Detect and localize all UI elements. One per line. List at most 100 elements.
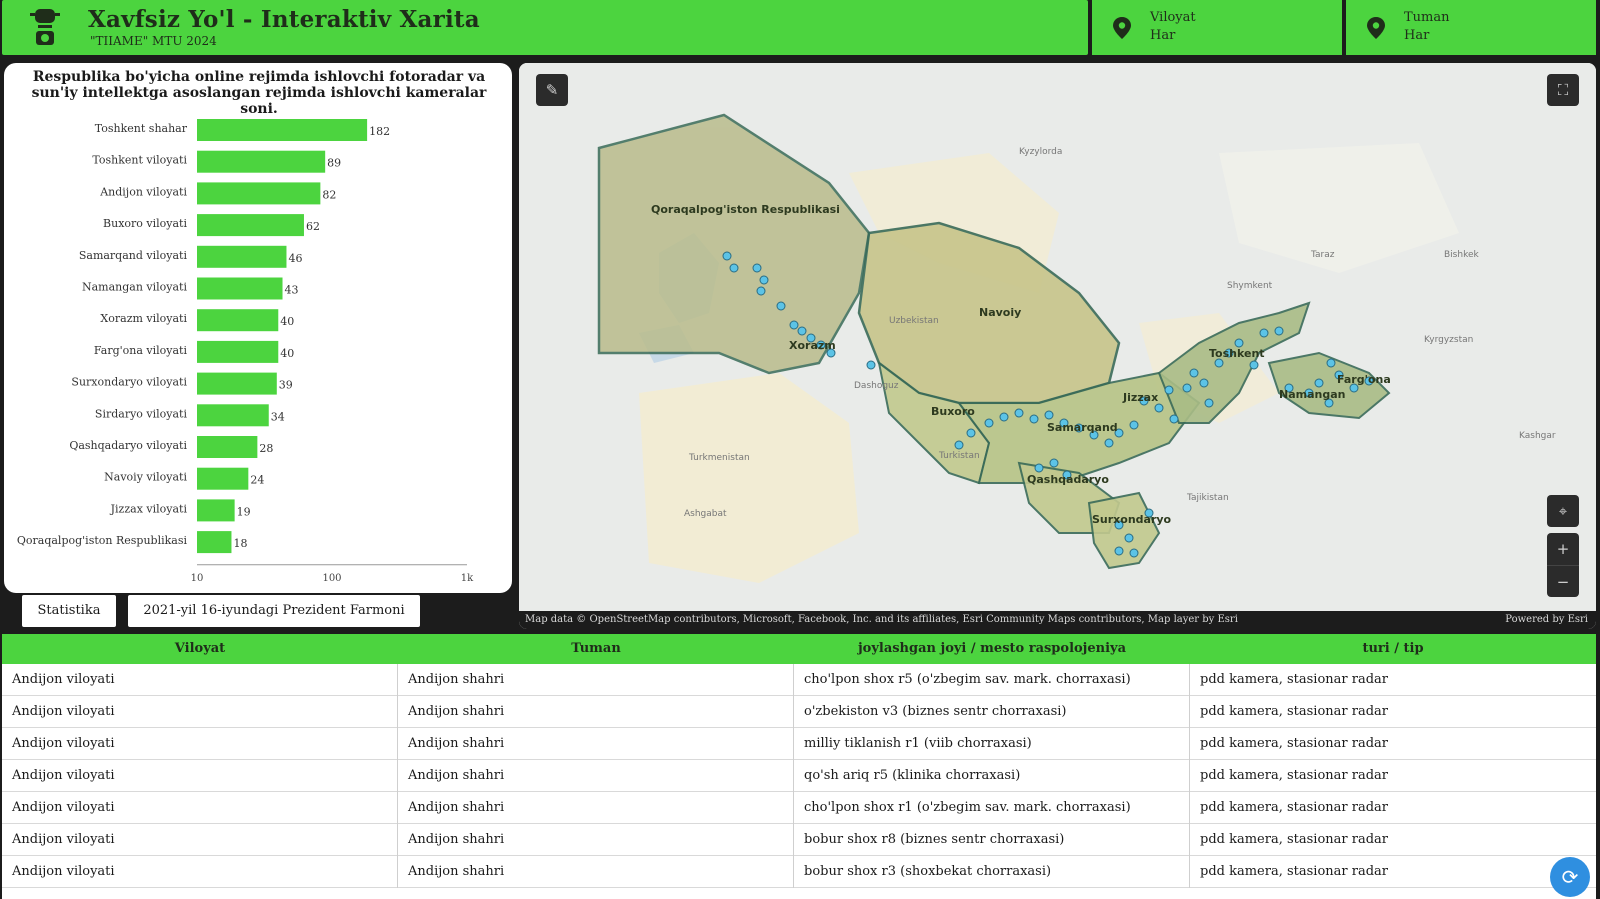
cell-type: pdd kamera, stasionar radar xyxy=(1200,864,1388,879)
edit-icon[interactable]: ✎ xyxy=(536,74,568,106)
cell-tuman: Andijon shahri xyxy=(398,856,794,888)
category-label: Surxondaryo viloyati xyxy=(71,376,187,389)
table-row[interactable]: Andijon viloyati Andijon shahri bobur shox… xyxy=(2,824,1596,856)
cell-viloyat: Andijon viloyati xyxy=(2,696,398,728)
bar[interactable] xyxy=(197,531,232,554)
bar-value-label: 46 xyxy=(288,252,302,265)
viloyat-filter[interactable]: Viloyat Har xyxy=(1090,0,1342,55)
cell-viloyat: Andijon viloyati xyxy=(2,824,398,856)
bar-value-label: 43 xyxy=(285,284,299,297)
table-row[interactable]: Andijon viloyati Andijon shahri cho'lpon s… xyxy=(2,792,1596,824)
interactive-map[interactable]: Qoraqalpog'iston Respublikasi Navoiy Xor… xyxy=(519,63,1596,629)
bar[interactable] xyxy=(197,404,269,427)
cell-location: o'zbekiston v3 (biznes sentr chorraxasi) xyxy=(794,696,1190,728)
camera-count-chart-panel: Respublika bo'yicha online rejimda ishlo… xyxy=(4,63,512,593)
map-label-samarqand: Samarqand xyxy=(1047,421,1118,434)
column-header-tuman[interactable]: Tuman xyxy=(398,634,794,664)
viloyat-filter-value: Har xyxy=(1150,28,1176,43)
map-label-fargona: Farg'ona xyxy=(1337,373,1391,386)
map-label-navoiy: Navoiy xyxy=(979,306,1022,319)
zoom-out-button[interactable]: − xyxy=(1547,565,1579,597)
fullscreen-icon[interactable]: ⛶ xyxy=(1547,74,1579,106)
bar-value-label: 39 xyxy=(279,379,293,392)
x-tick-label: 100 xyxy=(322,573,341,584)
map-label-kyrgyzstan: Kyrgyzstan xyxy=(1424,335,1474,345)
table-row[interactable]: Andijon viloyati Andijon shahri cho'lpon s… xyxy=(2,664,1596,696)
category-label: Qashqadaryo viloyati xyxy=(69,439,187,452)
table-row[interactable]: Andijon viloyati Andijon shahri bobur shox… xyxy=(2,856,1596,888)
zoom-in-button[interactable]: + xyxy=(1547,533,1579,565)
location-pin-icon xyxy=(1367,17,1385,39)
bar[interactable] xyxy=(197,150,326,173)
map-attribution: Map data © OpenStreetMap contributors, M… xyxy=(519,611,1596,629)
x-tick-label: 1k xyxy=(461,573,474,584)
cell-tuman: Andijon shahri xyxy=(398,824,794,856)
dashboard: Xavfsiz Yo'l - Interaktiv Xarita "TIIAME… xyxy=(0,0,1600,899)
cell-type: pdd kamera, stasionar radar xyxy=(1200,800,1388,815)
camera-locations-table: Viloyat Tuman joylashgan joyi / mesto ra… xyxy=(2,634,1596,899)
table-row[interactable]: Andijon viloyati Andijon shahri qo'sh ariq… xyxy=(2,760,1596,792)
bar-value-label: 40 xyxy=(280,347,294,360)
bar-value-label: 82 xyxy=(322,188,336,201)
table-row[interactable]: Andijon viloyati Andijon shahri o'zbekisto… xyxy=(2,696,1596,728)
bar[interactable] xyxy=(197,182,321,205)
column-header-viloyat[interactable]: Viloyat xyxy=(2,634,398,664)
bar-value-label: 62 xyxy=(306,220,320,233)
map-label-shymkent: Shymkent xyxy=(1227,281,1273,291)
map-label-uzbekistan: Uzbekistan xyxy=(889,316,939,326)
map-label-toshkent: Toshkent xyxy=(1209,347,1265,360)
category-label: Farg'ona viloyati xyxy=(94,344,188,357)
map-label-turkmenistan: Turkmenistan xyxy=(689,453,750,463)
map-label-taraz: Taraz xyxy=(1311,250,1335,260)
bar[interactable] xyxy=(197,309,279,332)
category-label: Toshkent shahar xyxy=(95,122,188,135)
cell-location: bobur shox r3 (shoxbekat chorraxasi) xyxy=(794,856,1190,888)
map-label-kashgar: Kashgar xyxy=(1519,431,1556,441)
bar[interactable] xyxy=(197,499,235,522)
tuman-filter[interactable]: Tuman Har xyxy=(1344,0,1596,55)
table-row[interactable]: Andijon viloyati Andijon shahri milliy tik… xyxy=(2,728,1596,760)
powered-by-esri[interactable]: Powered by Esri xyxy=(1505,611,1588,629)
category-label: Andijon viloyati xyxy=(99,185,187,198)
cell-location: qo'sh ariq r5 (klinika chorraxasi) xyxy=(794,760,1190,792)
bar[interactable] xyxy=(197,214,304,237)
category-label: Namangan viloyati xyxy=(82,281,188,294)
category-label: Buxoro viloyati xyxy=(103,217,187,230)
x-tick-label: 10 xyxy=(191,573,204,584)
cell-viloyat: Andijon viloyati xyxy=(2,792,398,824)
bar[interactable] xyxy=(197,119,368,141)
bar-chart: Toshkent shahar 182 Toshkent viloyati 89 And… xyxy=(17,119,474,584)
bar-value-label: 19 xyxy=(237,505,251,518)
map-label-dashoguz: Dashoguz xyxy=(854,381,899,391)
cell-tuman: Andijon shahri xyxy=(398,696,794,728)
bar-value-label: 24 xyxy=(250,474,264,487)
bar[interactable] xyxy=(197,340,279,363)
bar[interactable] xyxy=(197,467,249,490)
table-header: Viloyat Tuman joylashgan joyi / mesto ra… xyxy=(2,634,1596,664)
bar[interactable] xyxy=(197,245,287,268)
bar[interactable] xyxy=(197,372,277,395)
cell-type: pdd kamera, stasionar radar xyxy=(1200,768,1388,783)
category-label: Xorazm viloyati xyxy=(100,312,187,325)
map-label-namangan: Namangan xyxy=(1279,388,1346,401)
refresh-icon[interactable]: ⟳ xyxy=(1550,857,1590,897)
map-label-ashgabat: Ashgabat xyxy=(684,509,727,519)
map-label-xorazm: Xorazm xyxy=(789,339,836,352)
category-label: Toshkent viloyati xyxy=(92,154,187,167)
bar[interactable] xyxy=(197,277,283,300)
column-header-type[interactable]: turi / tip xyxy=(1190,634,1596,664)
locate-icon[interactable]: ⌖ xyxy=(1547,495,1579,527)
tab-prezident-farmoni[interactable]: 2021-yil 16-iyundagi Prezident Farmoni xyxy=(128,595,420,627)
tab-statistika[interactable]: Statistika xyxy=(22,595,116,627)
viloyat-filter-label: Viloyat xyxy=(1150,10,1196,25)
cell-location: bobur shox r8 (biznes sentr chorraxasi) xyxy=(794,824,1190,856)
bar-value-label: 182 xyxy=(369,125,390,138)
header-title-bar: Xavfsiz Yo'l - Interaktiv Xarita "TIIAME… xyxy=(2,0,1088,55)
cell-type: pdd kamera, stasionar radar xyxy=(1200,672,1388,687)
cell-type: pdd kamera, stasionar radar xyxy=(1200,704,1388,719)
column-header-location[interactable]: joylashgan joyi / mesto raspolojeniya xyxy=(794,634,1190,664)
category-label: Samarqand viloyati xyxy=(79,249,188,262)
bar[interactable] xyxy=(197,436,258,458)
traffic-light-icon xyxy=(30,9,60,45)
cell-tuman: Andijon shahri xyxy=(398,792,794,824)
